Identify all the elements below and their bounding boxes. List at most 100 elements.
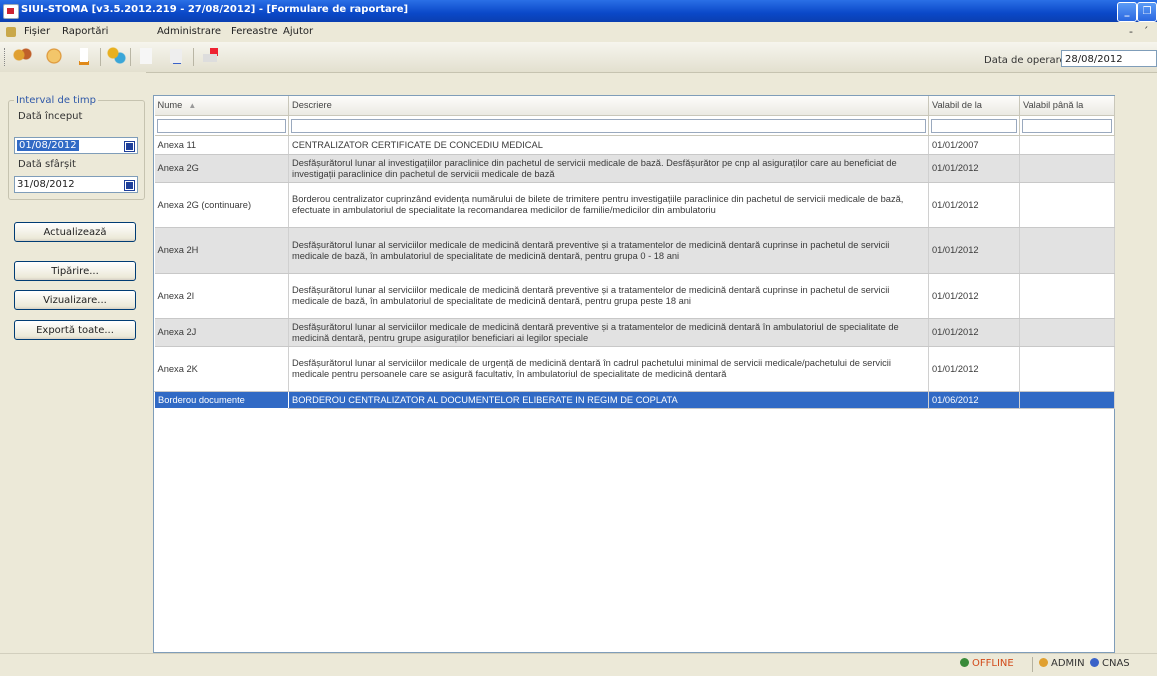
user-icon: [1039, 658, 1048, 667]
cell-valid-from[interactable]: 01/01/2012: [928, 154, 1020, 183]
cell-valid-to[interactable]: [1019, 391, 1115, 409]
filter-panel: Interval de timp Dată început 01/08/2012…: [0, 72, 146, 653]
status-separator: [1032, 657, 1033, 672]
end-date-value[interactable]: 31/08/2012: [17, 179, 75, 190]
print-icon[interactable]: [200, 46, 220, 66]
table-row[interactable]: Anexa 2I Desfășurătorul lunar al servici…: [154, 273, 1115, 319]
cell-valid-to[interactable]: [1019, 273, 1115, 319]
cell-valid-from[interactable]: 01/01/2012: [928, 227, 1020, 274]
cell-valid-to[interactable]: [1019, 346, 1115, 392]
cell-description[interactable]: Borderou centralizator cuprinzând eviden…: [288, 182, 929, 228]
cell-name[interactable]: Anexa 2G (continuare): [154, 182, 289, 228]
table-row[interactable]: Anexa 2G (continuare) Borderou centraliz…: [154, 182, 1115, 228]
minimize-button[interactable]: _: [1117, 2, 1137, 22]
cell-description[interactable]: Desfășurătorul lunar al serviciilor medi…: [288, 318, 929, 347]
filter-input-description[interactable]: [291, 118, 926, 133]
sort-ascending-icon: ▲: [188, 101, 197, 110]
column-header-valid-to[interactable]: Valabil până la: [1019, 96, 1115, 116]
users-icon[interactable]: [12, 46, 32, 66]
menu-help[interactable]: Ajutor: [283, 26, 313, 37]
column-header-name[interactable]: Nume ▲: [154, 96, 289, 116]
user-status: ADMIN: [1039, 658, 1085, 669]
refresh-icon[interactable]: [44, 46, 64, 66]
filter-input-valid-from[interactable]: [931, 118, 1017, 133]
filter-cell-name[interactable]: [154, 115, 289, 136]
grid-margin: [1115, 95, 1157, 653]
cell-valid-to[interactable]: [1019, 154, 1115, 183]
operating-date-field[interactable]: 28/08/2012: [1061, 50, 1157, 67]
cell-valid-to[interactable]: [1019, 318, 1115, 347]
cell-name[interactable]: Anexa 11: [154, 135, 289, 155]
table-row[interactable]: Anexa 2J Desfășurătorul lunar al servici…: [154, 318, 1115, 347]
table-row[interactable]: Anexa 2H Desfășurătorul lunar al servici…: [154, 227, 1115, 274]
toolbar-grip[interactable]: [4, 48, 8, 66]
mdi-minimize-button[interactable]: -: [1129, 25, 1133, 38]
cell-description[interactable]: BORDEROU CENTRALIZATOR AL DOCUMENTELOR E…: [288, 391, 929, 409]
cell-description[interactable]: CENTRALIZATOR CERTIFICATE DE CONCEDIU ME…: [288, 135, 929, 155]
calendar-icon[interactable]: [124, 180, 135, 191]
end-date-picker[interactable]: 31/08/2012: [14, 176, 138, 193]
offline-icon: [960, 658, 969, 667]
export-all-button[interactable]: Exportă toate...: [14, 320, 136, 340]
menu-windows[interactable]: Fereastre: [231, 26, 278, 37]
cell-valid-to[interactable]: [1019, 182, 1115, 228]
menu-bar: Fișier Raportări Administrare Fereastre …: [0, 22, 1157, 42]
tooth-icon[interactable]: [74, 46, 94, 66]
time-interval-legend: Interval de timp: [14, 95, 98, 106]
cell-description[interactable]: Desfășurătorul lunar al serviciilor medi…: [288, 227, 929, 274]
start-date-value[interactable]: 01/08/2012: [17, 140, 79, 151]
window-title: SIUI-STOMA [v3.5.2012.219 - 27/08/2012] …: [21, 4, 409, 15]
table-row[interactable]: Anexa 2G Desfășurătorul lunar al investi…: [154, 154, 1115, 183]
cell-name[interactable]: Borderou documente: [154, 391, 289, 409]
column-header-description[interactable]: Descriere: [288, 96, 929, 116]
cell-valid-to[interactable]: [1019, 227, 1115, 274]
cell-valid-from[interactable]: 01/01/2012: [928, 318, 1020, 347]
cell-valid-to[interactable]: [1019, 135, 1115, 155]
cell-name[interactable]: Anexa 2K: [154, 346, 289, 392]
filter-input-valid-to[interactable]: [1022, 118, 1112, 133]
patients-icon[interactable]: [106, 46, 126, 66]
start-date-picker[interactable]: 01/08/2012: [14, 137, 138, 154]
status-bar: OFFLINE ADMIN CNAS: [0, 653, 1157, 676]
cell-description[interactable]: Desfășurătorul lunar al serviciilor medi…: [288, 273, 929, 319]
refresh-button[interactable]: Actualizează: [14, 222, 136, 242]
filter-cell-valid-to[interactable]: [1019, 115, 1115, 136]
filter-input-name[interactable]: [156, 118, 286, 133]
cell-description[interactable]: Desfășurătorul lunar al investigațiilor …: [288, 154, 929, 183]
document-icon[interactable]: [6, 27, 16, 37]
cell-name[interactable]: Anexa 2H: [154, 227, 289, 274]
cell-name[interactable]: Anexa 2G: [154, 154, 289, 183]
start-date-label: Dată început: [18, 111, 83, 122]
filter-row: [154, 115, 1115, 136]
cell-valid-from[interactable]: 01/01/2012: [928, 346, 1020, 392]
menu-administration[interactable]: Administrare: [157, 26, 221, 37]
print-button[interactable]: Tipărire...: [14, 261, 136, 281]
app-icon: [3, 4, 19, 19]
filter-cell-description[interactable]: [288, 115, 929, 136]
toolbar-separator: [130, 48, 131, 66]
user-status-label: ADMIN: [1051, 658, 1085, 669]
cell-name[interactable]: Anexa 2J: [154, 318, 289, 347]
export-icon[interactable]: [166, 46, 186, 66]
reports-grid[interactable]: Nume ▲ Descriere Valabil de la Valabil pâ…: [153, 95, 1115, 653]
cell-description[interactable]: Desfășurătorul lunar al serviciilor medi…: [288, 346, 929, 392]
mdi-restore-button[interactable]: ´: [1143, 25, 1149, 38]
toolbar-separator: [100, 48, 101, 66]
server-icon: [1090, 658, 1099, 667]
preview-button[interactable]: Vizualizare...: [14, 290, 136, 310]
cell-valid-from[interactable]: 01/01/2012: [928, 273, 1020, 319]
report-icon[interactable]: [136, 46, 156, 66]
cell-name[interactable]: Anexa 2I: [154, 273, 289, 319]
cell-valid-from[interactable]: 01/01/2007: [928, 135, 1020, 155]
column-header-valid-from[interactable]: Valabil de la: [928, 96, 1020, 116]
filter-cell-valid-from[interactable]: [928, 115, 1020, 136]
table-row-selected[interactable]: Borderou documente BORDEROU CENTRALIZATO…: [154, 391, 1115, 409]
cell-valid-from[interactable]: 01/01/2012: [928, 182, 1020, 228]
menu-reports[interactable]: Raportări: [62, 26, 108, 37]
calendar-icon[interactable]: [124, 141, 135, 152]
restore-button[interactable]: ❐: [1137, 2, 1157, 22]
menu-file[interactable]: Fișier: [24, 26, 50, 37]
table-row[interactable]: Anexa 2K Desfășurătorul lunar al servici…: [154, 346, 1115, 392]
cell-valid-from[interactable]: 01/06/2012: [928, 391, 1020, 409]
table-row[interactable]: Anexa 11 CENTRALIZATOR CERTIFICATE DE CO…: [154, 135, 1115, 155]
